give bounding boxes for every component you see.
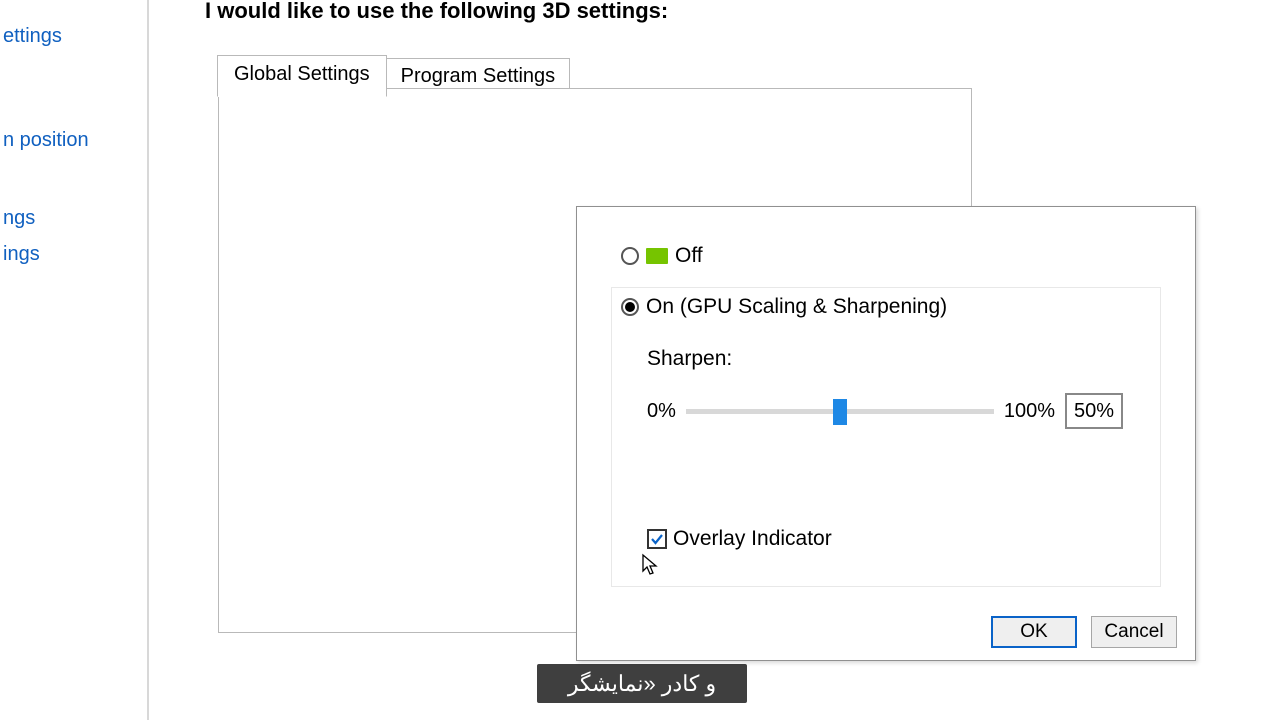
slider-max-label: 100% (1004, 400, 1055, 423)
radio-label: On (GPU Scaling & Sharpening) (646, 295, 947, 319)
sharpen-label: Sharpen: (647, 347, 732, 371)
vertical-separator (147, 0, 149, 720)
caption-overlay: و کادر «نمایشگر (537, 664, 747, 703)
sidebar-link[interactable]: ngs (0, 200, 140, 236)
nvidia-icon (646, 248, 668, 264)
image-scaling-popup: Off On (GPU Scaling & Sharpening) Sharpe… (576, 206, 1196, 661)
sidebar-link[interactable]: n position (0, 122, 140, 158)
checkmark-icon (650, 532, 664, 546)
slider-thumb[interactable] (833, 399, 847, 425)
checkbox[interactable] (647, 529, 667, 549)
sidebar-link[interactable]: ettings (0, 18, 140, 54)
radio-option-on[interactable]: On (GPU Scaling & Sharpening) (621, 295, 947, 319)
slider-min-label: 0% (647, 400, 676, 423)
sharpen-slider: 0% 100% 50% (647, 393, 1123, 429)
radio-button[interactable] (621, 298, 639, 316)
dialog-buttons: OK Cancel (991, 616, 1177, 648)
tab-global-settings[interactable]: Global Settings (217, 55, 387, 97)
radio-option-off[interactable]: Off (621, 244, 703, 268)
radio-label: Off (675, 244, 703, 268)
radio-button[interactable] (621, 247, 639, 265)
ok-button[interactable]: OK (991, 616, 1077, 648)
slider-track[interactable] (686, 409, 994, 414)
sidebar-nav: ettings n position ngs ings (0, 0, 140, 272)
cancel-button[interactable]: Cancel (1091, 616, 1177, 648)
sidebar-link[interactable]: ings (0, 236, 140, 272)
checkbox-label: Overlay Indicator (673, 527, 832, 551)
slider-value-box[interactable]: 50% (1065, 393, 1123, 429)
overlay-indicator-option[interactable]: Overlay Indicator (647, 527, 832, 551)
page-heading: I would like to use the following 3D set… (205, 0, 668, 24)
